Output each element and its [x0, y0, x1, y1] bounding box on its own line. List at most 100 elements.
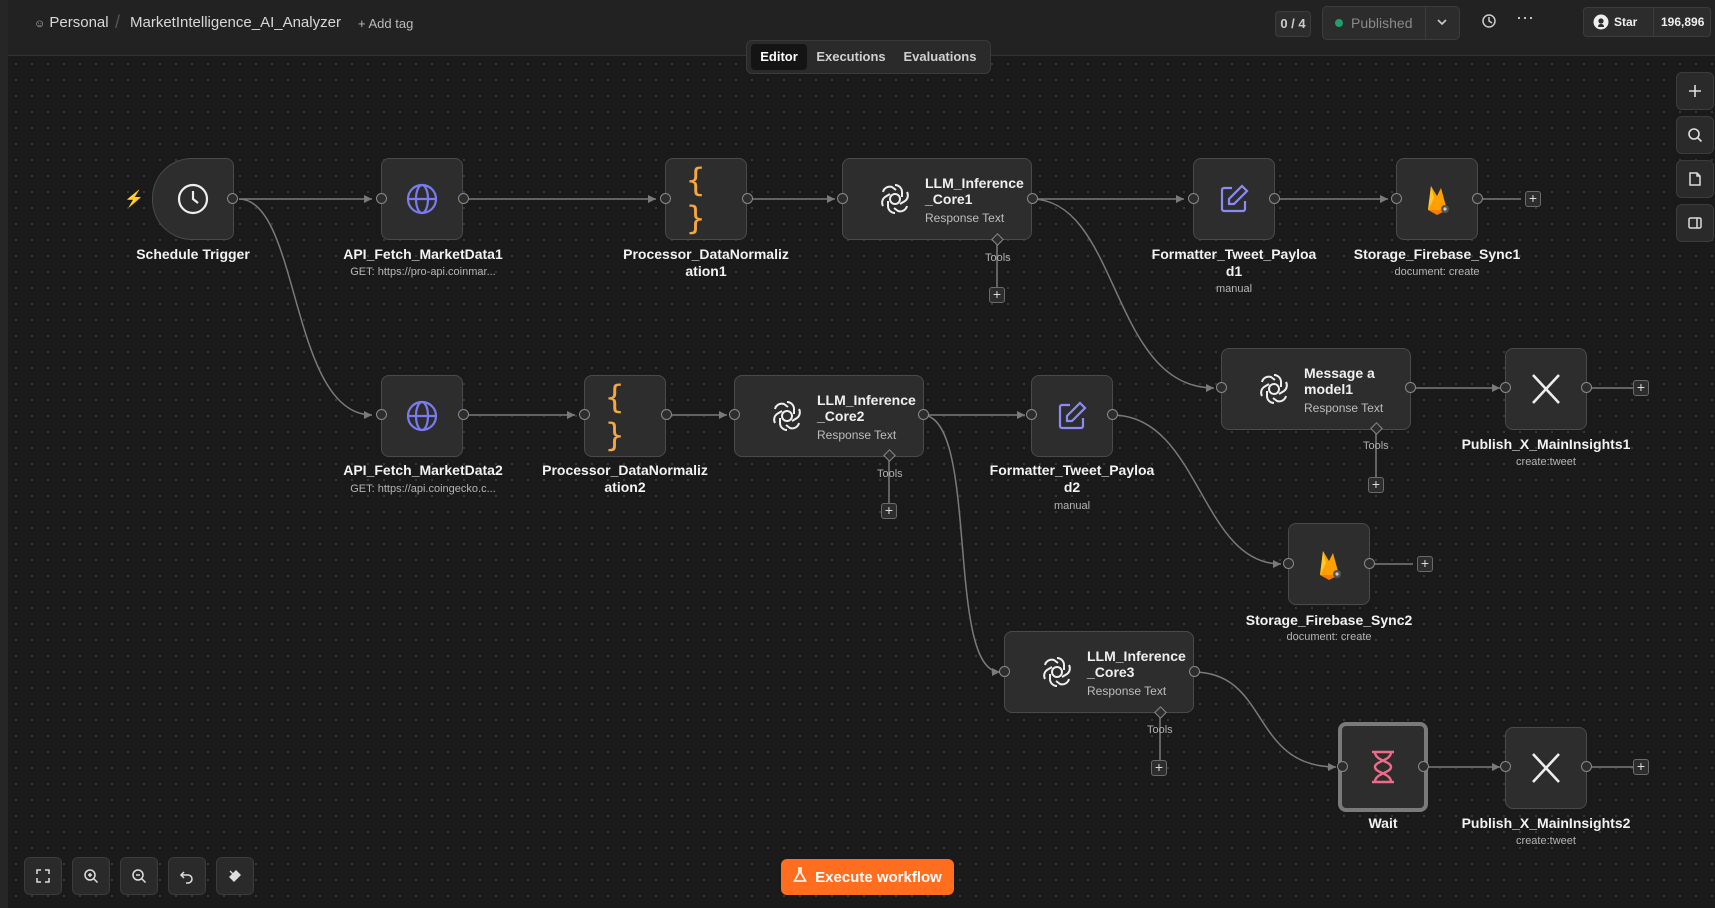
output-port[interactable]	[1581, 382, 1592, 393]
zoom-in-icon[interactable]	[72, 857, 110, 895]
tools-label: Tools	[985, 252, 1011, 264]
tab-executions[interactable]: Executions	[811, 44, 891, 70]
tools-label: Tools	[1147, 724, 1173, 736]
output-port[interactable]	[1364, 558, 1375, 569]
output-port[interactable]	[1107, 409, 1118, 420]
node-subtitle: Response Text	[1304, 401, 1384, 415]
node-subtitle: create:tweet	[1516, 456, 1576, 468]
node-publish-x-2[interactable]	[1505, 727, 1587, 809]
node-label: API_Fetch_MarketData1	[343, 246, 503, 262]
add-node-button[interactable]: +	[1525, 191, 1541, 207]
node-subtitle: GET: https://pro-api.coinmar...	[350, 266, 496, 278]
output-port[interactable]	[227, 193, 238, 204]
execute-workflow-button[interactable]: Execute workflow	[781, 859, 954, 895]
trigger-bolt-icon: ⚡	[124, 191, 144, 208]
add-tool-button[interactable]: +	[1151, 760, 1167, 776]
node-label: Processor_DataNormaliz ation1	[623, 246, 789, 279]
input-port[interactable]	[1500, 761, 1511, 772]
node-label: Storage_Firebase_Sync1	[1353, 246, 1521, 262]
node-firebase-1[interactable]	[1396, 158, 1478, 240]
sticky-note-icon[interactable]	[1676, 160, 1714, 198]
openai-icon	[1256, 371, 1292, 407]
zoom-out-icon[interactable]	[120, 857, 158, 895]
input-port[interactable]	[999, 666, 1010, 677]
input-port[interactable]	[1391, 193, 1402, 204]
node-api-fetch-1[interactable]	[381, 158, 463, 240]
input-port[interactable]	[1216, 382, 1227, 393]
node-subtitle: document: create	[1286, 631, 1372, 643]
node-title: LLM_Inference_Core1	[925, 175, 1024, 207]
add-node-button[interactable]: +	[1633, 759, 1649, 775]
input-port[interactable]	[660, 193, 671, 204]
node-llm-inference-1[interactable]: LLM_Inference_Core1 Response Text	[842, 158, 1032, 240]
output-port[interactable]	[661, 409, 672, 420]
node-wait[interactable]	[1338, 722, 1428, 812]
tab-editor[interactable]: Editor	[751, 44, 807, 70]
fit-view-icon[interactable]	[24, 857, 62, 895]
output-port[interactable]	[1418, 761, 1429, 772]
add-tool-button[interactable]: +	[989, 287, 1005, 303]
node-label: Publish_X_MainInsights2	[1461, 815, 1631, 831]
node-formatter-2[interactable]	[1031, 375, 1113, 457]
add-node-icon[interactable]	[1676, 72, 1714, 110]
input-port[interactable]	[1188, 193, 1199, 204]
openai-icon	[1039, 654, 1075, 690]
input-port[interactable]	[729, 409, 740, 420]
node-processor-2[interactable]: { }	[584, 375, 666, 457]
node-llm-inference-3[interactable]: LLM_Inference_Core3 Response Text	[1004, 631, 1194, 713]
search-icon[interactable]	[1676, 116, 1714, 154]
add-tool-button[interactable]: +	[1368, 477, 1384, 493]
node-subtitle: manual	[1053, 500, 1091, 512]
firebase-icon	[1422, 182, 1452, 216]
panel-toggle-icon[interactable]	[1676, 204, 1714, 242]
node-firebase-2[interactable]	[1288, 523, 1370, 605]
node-api-fetch-2[interactable]	[381, 375, 463, 457]
output-port[interactable]	[1027, 193, 1038, 204]
input-port[interactable]	[1337, 761, 1348, 772]
node-schedule-trigger[interactable]	[152, 158, 234, 240]
output-port[interactable]	[742, 193, 753, 204]
node-subtitle: Response Text	[1087, 684, 1167, 698]
hourglass-icon	[1368, 749, 1398, 785]
firebase-icon	[1314, 547, 1344, 581]
node-subtitle: create:tweet	[1516, 835, 1576, 847]
node-label: Processor_DataNormaliz ation2	[542, 462, 708, 495]
node-formatter-1[interactable]	[1193, 158, 1275, 240]
input-port[interactable]	[579, 409, 590, 420]
output-port[interactable]	[458, 409, 469, 420]
node-subtitle: Response Text	[925, 211, 1005, 225]
openai-icon	[769, 398, 805, 434]
globe-icon	[405, 182, 439, 216]
tab-evaluations[interactable]: Evaluations	[895, 44, 985, 70]
input-port[interactable]	[837, 193, 848, 204]
output-port[interactable]	[1269, 193, 1280, 204]
input-port[interactable]	[376, 193, 387, 204]
output-port[interactable]	[1189, 666, 1200, 677]
input-port[interactable]	[1026, 409, 1037, 420]
add-node-button[interactable]: +	[1417, 556, 1433, 572]
node-title: LLM_Inference_Core3	[1087, 648, 1186, 680]
node-llm-inference-2[interactable]: LLM_Inference_Core2 Response Text	[734, 375, 924, 457]
tidy-up-icon[interactable]	[216, 857, 254, 895]
node-title: Message a model1	[1304, 365, 1375, 397]
input-port[interactable]	[1500, 382, 1511, 393]
node-processor-1[interactable]: { }	[665, 158, 747, 240]
node-label: Schedule Trigger	[136, 246, 250, 262]
node-label: Storage_Firebase_Sync2	[1245, 612, 1413, 628]
node-message-model-1[interactable]: Message a model1 Response Text	[1221, 348, 1411, 430]
add-node-button[interactable]: +	[1633, 380, 1649, 396]
output-port[interactable]	[458, 193, 469, 204]
input-port[interactable]	[376, 409, 387, 420]
input-port[interactable]	[1283, 558, 1294, 569]
tools-label: Tools	[877, 468, 903, 480]
undo-icon[interactable]	[168, 857, 206, 895]
globe-icon	[405, 399, 439, 433]
output-port[interactable]	[1405, 382, 1416, 393]
output-port[interactable]	[1472, 193, 1483, 204]
braces-icon: { }	[686, 161, 706, 237]
node-label: Formatter_Tweet_Payloa d2	[989, 462, 1155, 495]
output-port[interactable]	[1581, 761, 1592, 772]
node-publish-x-1[interactable]	[1505, 348, 1587, 430]
add-tool-button[interactable]: +	[881, 503, 897, 519]
output-port[interactable]	[918, 409, 929, 420]
